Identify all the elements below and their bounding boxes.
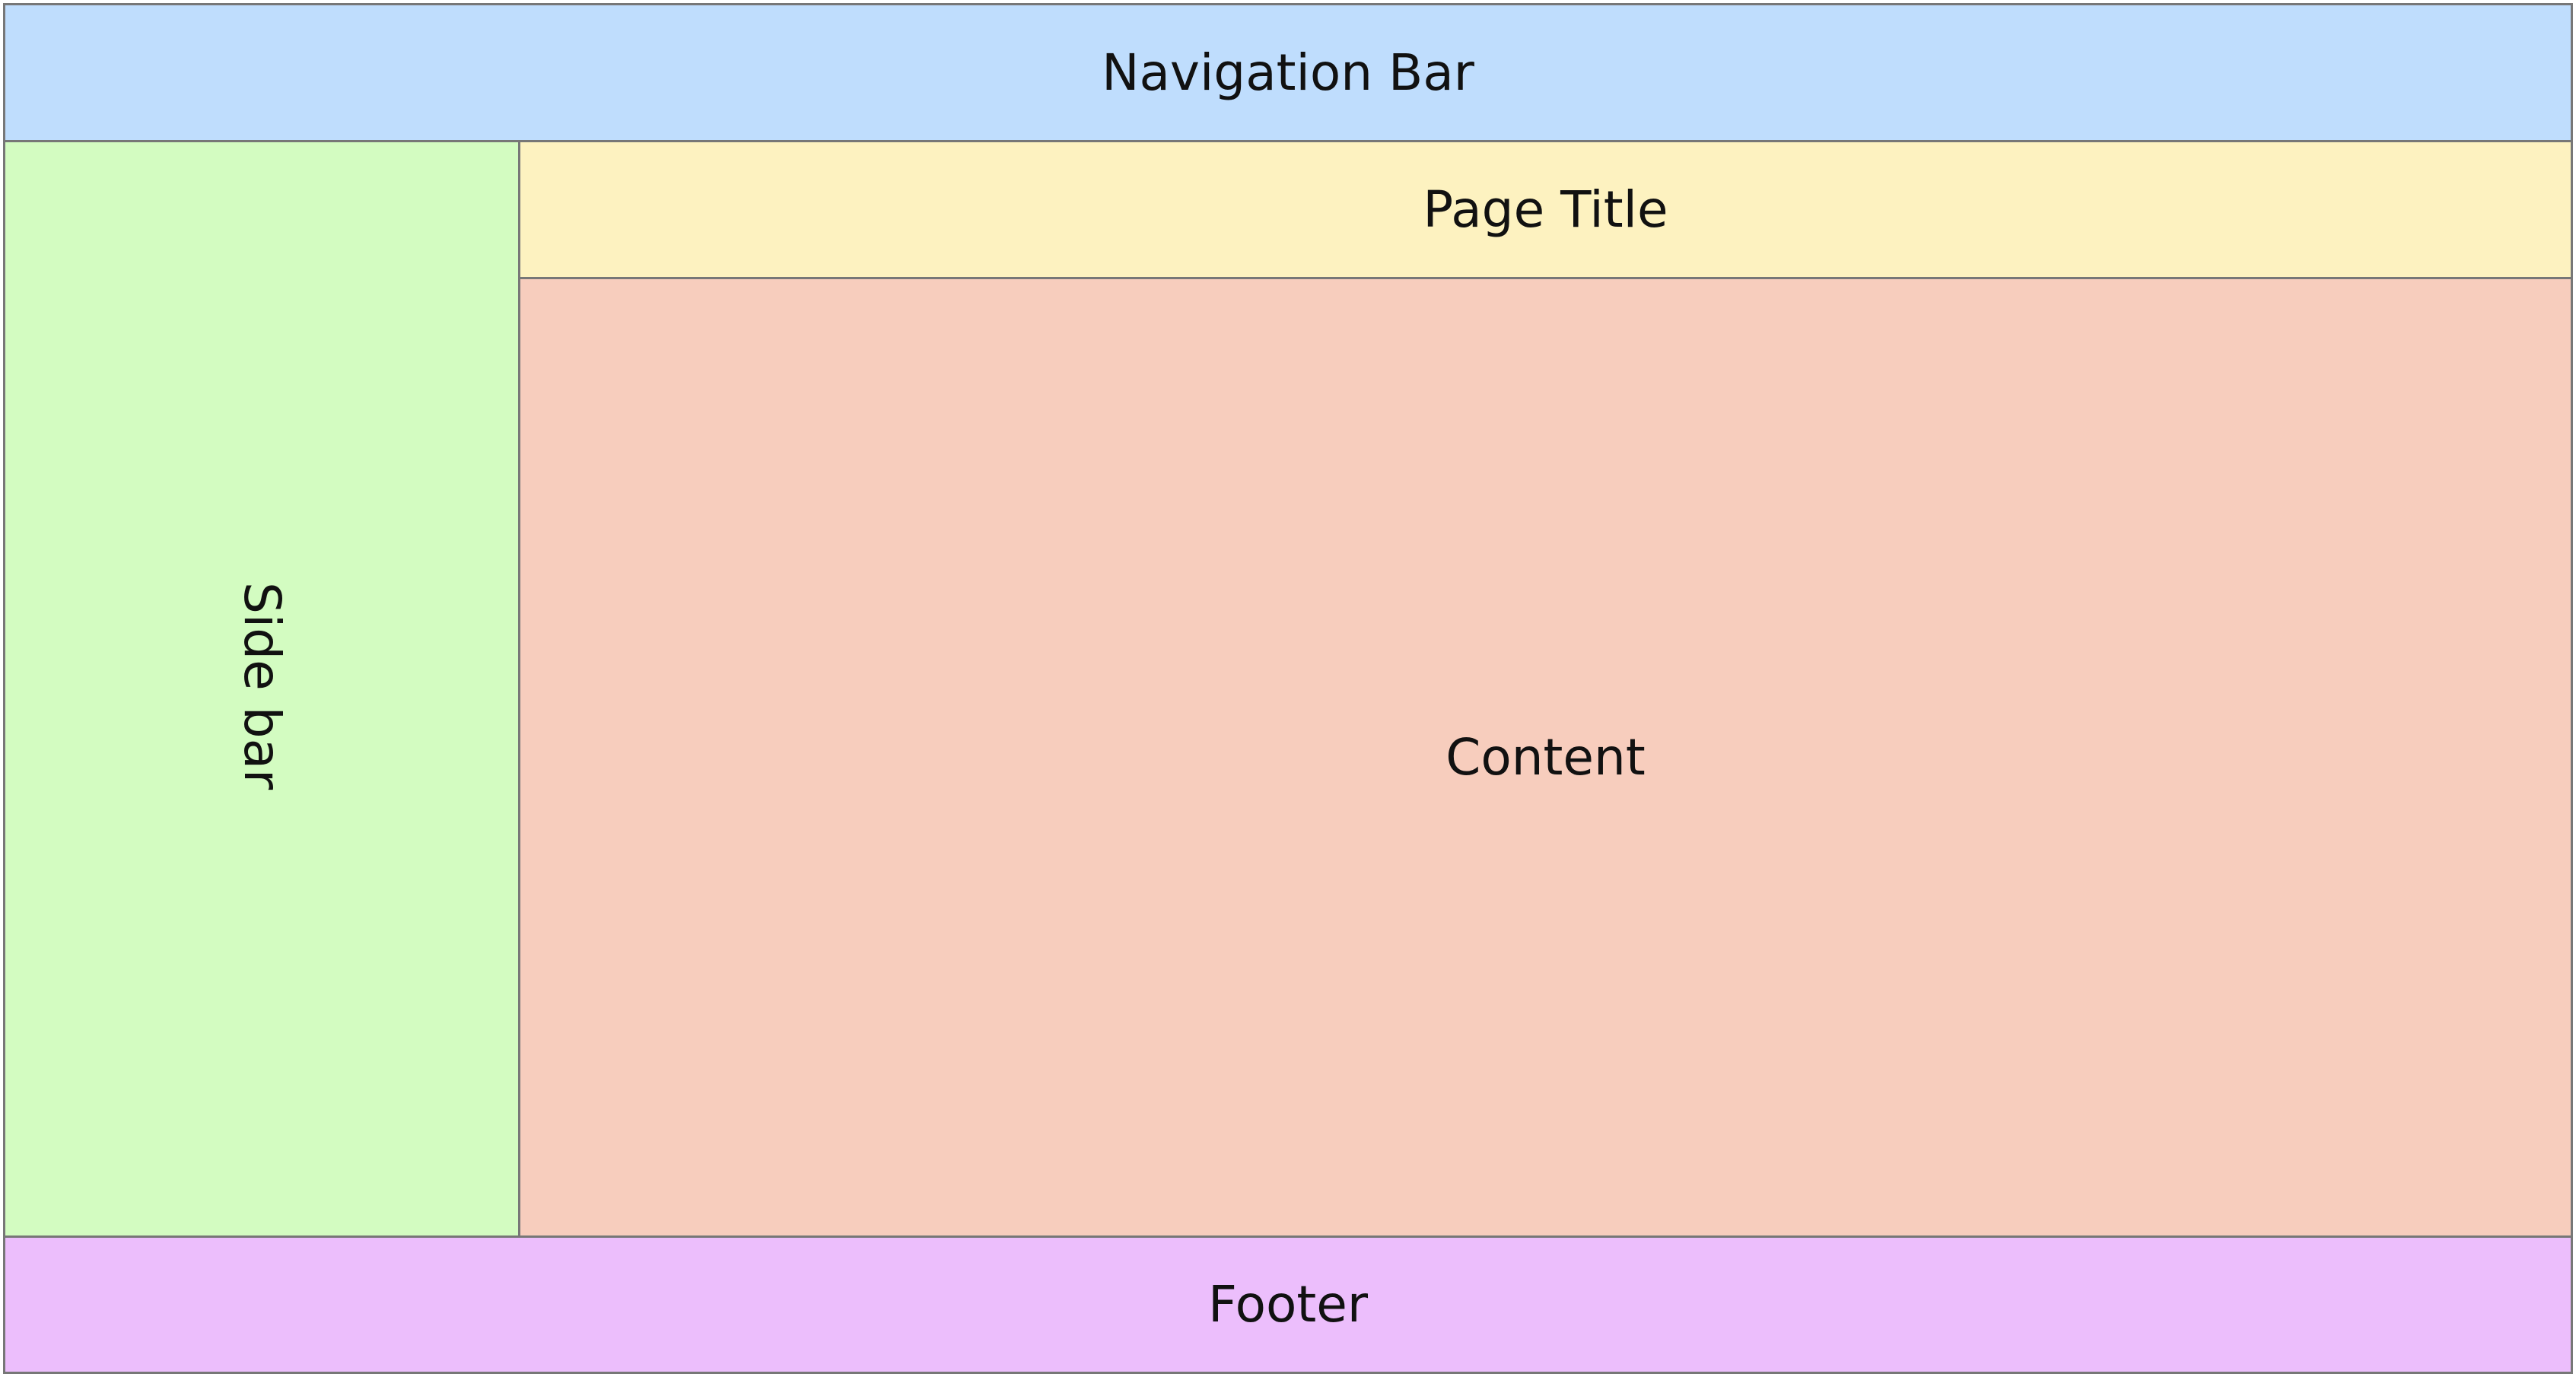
navigation-bar-region: Navigation Bar [3, 3, 2573, 142]
page-title-region: Page Title [518, 140, 2573, 279]
navigation-bar-label: Navigation Bar [1102, 43, 1474, 102]
page-layout-diagram: Navigation Bar Side bar Page Title Conte… [3, 3, 2573, 1374]
side-bar-label: Side bar [233, 581, 291, 790]
footer-region: Footer [3, 1235, 2573, 1374]
content-label: Content [1445, 727, 1646, 787]
content-region: Content [518, 277, 2573, 1238]
footer-label: Footer [1208, 1275, 1368, 1334]
page-title-label: Page Title [1423, 180, 1668, 239]
side-bar-region: Side bar [3, 140, 520, 1238]
